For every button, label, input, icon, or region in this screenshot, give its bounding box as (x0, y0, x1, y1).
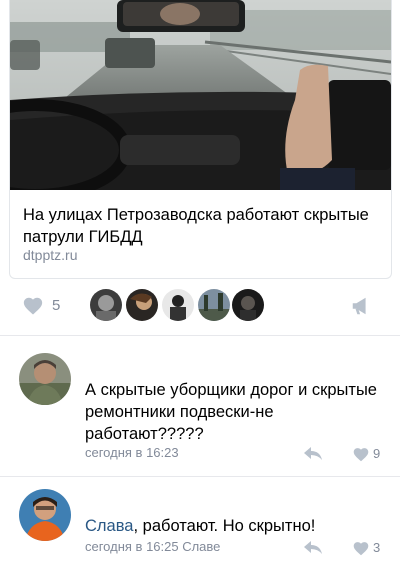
comment-item: А скрытые уборщики дорог и скрытые ремон… (0, 336, 400, 476)
heart-icon[interactable] (22, 295, 44, 317)
comment-like-count: 3 (373, 540, 381, 555)
link-domain: dtpptz.ru (23, 247, 78, 263)
reply-icon[interactable] (303, 539, 323, 555)
comment-date: сегодня в 16:25 Славе (85, 539, 221, 554)
comment-avatar[interactable] (19, 489, 71, 541)
liker-avatar[interactable] (162, 289, 194, 321)
reply-icon[interactable] (303, 445, 323, 461)
comment-text: Слава, работают. Но скрытно! (85, 515, 385, 537)
comment-like-count: 9 (373, 446, 381, 461)
comment-author[interactable]: Слава (85, 517, 133, 535)
link-card[interactable]: На улицах Петрозаводска работают скрытые… (9, 0, 392, 279)
liker-avatar[interactable] (90, 289, 122, 321)
heart-icon[interactable] (352, 446, 370, 462)
comment-date: сегодня в 16:23 (85, 445, 179, 460)
like-count: 5 (52, 297, 61, 314)
post-actions: 5 (0, 286, 400, 326)
comment-item: Слава, работают. Но скрытно! сегодня в 1… (0, 477, 400, 568)
link-title[interactable]: На улицах Петрозаводска работают скрытые… (23, 204, 383, 248)
comment-avatar[interactable] (19, 353, 71, 405)
megaphone-icon[interactable] (350, 295, 372, 317)
comment-text: А скрытые уборщики дорог и скрытые ремон… (85, 381, 377, 443)
heart-icon[interactable] (352, 540, 370, 556)
liker-avatar[interactable] (198, 289, 230, 321)
liker-avatar[interactable] (232, 289, 264, 321)
link-preview-image (10, 0, 391, 190)
liker-avatar[interactable] (126, 289, 158, 321)
comment-body: , работают. Но скрытно! (133, 517, 316, 535)
